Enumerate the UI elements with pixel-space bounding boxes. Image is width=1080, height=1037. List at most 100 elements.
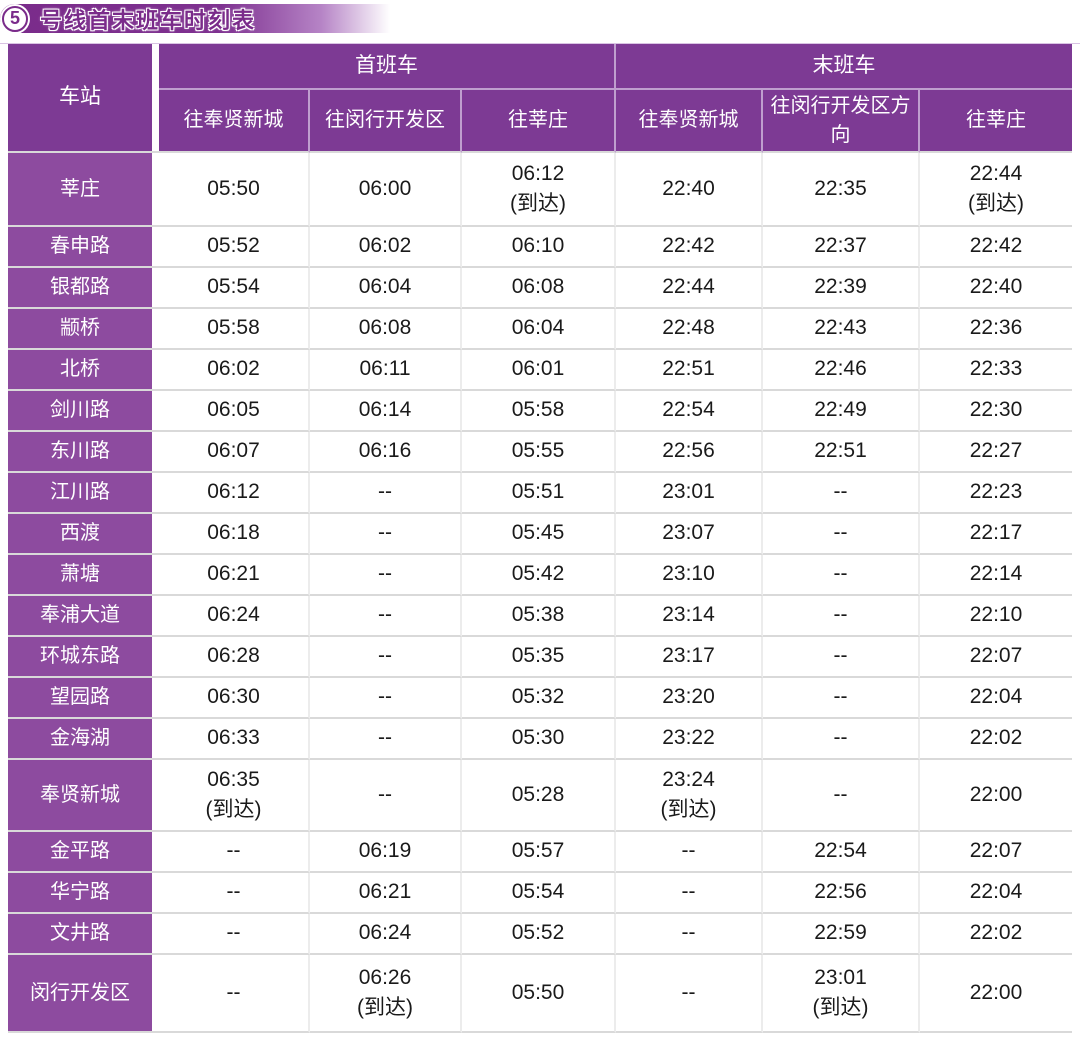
page-title: 号线首末班车时刻表: [40, 7, 257, 33]
station-cell: 奉浦大道: [8, 596, 152, 637]
time-cell: 06:10: [462, 227, 616, 268]
time-cell: 06:04: [462, 309, 616, 350]
time-cell: --: [763, 719, 920, 760]
station-cell: 剑川路: [8, 391, 152, 432]
dir-header-first-fengxian: 往奉贤新城: [159, 90, 310, 153]
time-cell: 05:32: [462, 678, 616, 719]
time-cell: 06:21: [310, 873, 462, 914]
time-cell: --: [763, 473, 920, 514]
title-banner: 5 号线首末班车时刻表: [0, 4, 402, 33]
station-cell: 春申路: [8, 227, 152, 268]
row-gutter: [152, 832, 159, 873]
time-cell: 23:24 (到达): [616, 760, 763, 832]
row-gutter: [152, 555, 159, 596]
time-cell: --: [763, 678, 920, 719]
station-cell: 华宁路: [8, 873, 152, 914]
station-cell: 金海湖: [8, 719, 152, 760]
row-gutter: [152, 514, 159, 555]
time-cell: --: [763, 637, 920, 678]
time-cell: 22:10: [920, 596, 1072, 637]
time-cell: 22:42: [616, 227, 763, 268]
line-number-badge: 5: [2, 5, 28, 32]
time-cell: 06:30: [159, 678, 310, 719]
time-cell: 06:02: [159, 350, 310, 391]
row-gutter: [152, 432, 159, 473]
row-gutter: [152, 227, 159, 268]
station-cell: 江川路: [8, 473, 152, 514]
dir-header-last-minhang: 往闵行开发区方向: [763, 90, 920, 153]
station-cell: 东川路: [8, 432, 152, 473]
time-cell: 05:52: [462, 914, 616, 955]
time-cell: --: [159, 873, 310, 914]
time-cell: --: [310, 596, 462, 637]
time-cell: 22:39: [763, 268, 920, 309]
column-gutter: [152, 44, 159, 153]
time-cell: 05:51: [462, 473, 616, 514]
time-cell: 23:01 (到达): [763, 955, 920, 1033]
time-cell: 22:43: [763, 309, 920, 350]
time-cell: 22:56: [616, 432, 763, 473]
last-train-group-header: 末班车: [616, 44, 1072, 90]
station-cell: 文井路: [8, 914, 152, 955]
time-cell: 06:02: [310, 227, 462, 268]
time-cell: 05:38: [462, 596, 616, 637]
time-cell: 22:27: [920, 432, 1072, 473]
time-cell: --: [159, 955, 310, 1033]
time-cell: 23:07: [616, 514, 763, 555]
time-cell: --: [763, 760, 920, 832]
station-cell: 萧塘: [8, 555, 152, 596]
time-cell: 05:42: [462, 555, 616, 596]
station-cell: 奉贤新城: [8, 760, 152, 832]
station-column-header: 车站: [8, 44, 152, 153]
time-cell: 22:02: [920, 914, 1072, 955]
row-gutter: [152, 678, 159, 719]
time-cell: 22:42: [920, 227, 1072, 268]
time-cell: 06:16: [310, 432, 462, 473]
station-cell: 北桥: [8, 350, 152, 391]
time-cell: 22:07: [920, 637, 1072, 678]
time-cell: 23:17: [616, 637, 763, 678]
dir-header-last-xinzhuang: 往莘庄: [920, 90, 1072, 153]
time-cell: 23:10: [616, 555, 763, 596]
timetable: 车站 首班车 末班车 往奉贤新城 往闵行开发区 往莘庄 往奉贤新城 往闵行开发区…: [8, 44, 1072, 1033]
time-cell: 05:58: [159, 309, 310, 350]
time-cell: 22:00: [920, 760, 1072, 832]
time-cell: 22:37: [763, 227, 920, 268]
time-cell: 22:40: [920, 268, 1072, 309]
time-cell: 22:59: [763, 914, 920, 955]
time-cell: 22:51: [616, 350, 763, 391]
time-cell: --: [616, 873, 763, 914]
time-cell: 06:05: [159, 391, 310, 432]
time-cell: 23:22: [616, 719, 763, 760]
time-cell: 22:33: [920, 350, 1072, 391]
time-cell: --: [763, 514, 920, 555]
station-cell: 闵行开发区: [8, 955, 152, 1033]
station-cell: 望园路: [8, 678, 152, 719]
time-cell: 06:26 (到达): [310, 955, 462, 1033]
time-cell: 06:12: [159, 473, 310, 514]
time-cell: 06:07: [159, 432, 310, 473]
time-cell: 22:23: [920, 473, 1072, 514]
station-cell: 颛桥: [8, 309, 152, 350]
time-cell: 05:45: [462, 514, 616, 555]
time-cell: 22:51: [763, 432, 920, 473]
station-cell: 莘庄: [8, 153, 152, 227]
time-cell: 23:14: [616, 596, 763, 637]
time-cell: 22:49: [763, 391, 920, 432]
time-cell: 22:54: [616, 391, 763, 432]
time-cell: 06:24: [310, 914, 462, 955]
row-gutter: [152, 268, 159, 309]
time-cell: 05:58: [462, 391, 616, 432]
time-cell: 05:54: [462, 873, 616, 914]
time-cell: 05:54: [159, 268, 310, 309]
time-cell: 22:36: [920, 309, 1072, 350]
time-cell: 22:56: [763, 873, 920, 914]
time-cell: 22:00: [920, 955, 1072, 1033]
row-gutter: [152, 153, 159, 227]
time-cell: 06:12 (到达): [462, 153, 616, 227]
time-cell: 22:46: [763, 350, 920, 391]
time-cell: 06:35 (到达): [159, 760, 310, 832]
time-cell: --: [310, 678, 462, 719]
time-cell: --: [159, 914, 310, 955]
time-cell: --: [159, 832, 310, 873]
